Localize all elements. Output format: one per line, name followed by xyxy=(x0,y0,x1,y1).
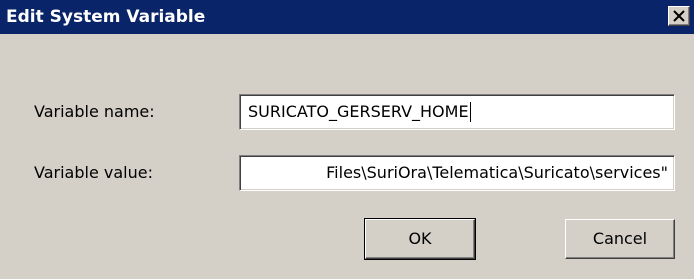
edit-system-variable-dialog: Edit System Variable Variable name: SURI… xyxy=(0,0,694,279)
variable-value-input[interactable]: Files\SuriOra\Telematica\Suricato\servic… xyxy=(239,155,675,191)
variable-name-input[interactable]: SURICATO_GERSERV_HOME xyxy=(239,94,675,130)
ok-button[interactable]: OK xyxy=(364,218,476,260)
title-bar[interactable]: Edit System Variable xyxy=(0,0,694,34)
variable-name-value: SURICATO_GERSERV_HOME xyxy=(248,102,469,121)
window-title: Edit System Variable xyxy=(6,7,206,27)
variable-value-label: Variable value: xyxy=(34,163,153,182)
variable-value-text: Files\SuriOra\Telematica\Suricato\servic… xyxy=(326,163,668,182)
close-icon xyxy=(673,10,685,22)
close-button[interactable] xyxy=(668,6,690,26)
text-caret xyxy=(469,102,471,122)
cancel-button[interactable]: Cancel xyxy=(565,219,675,259)
variable-name-label: Variable name: xyxy=(34,102,155,121)
